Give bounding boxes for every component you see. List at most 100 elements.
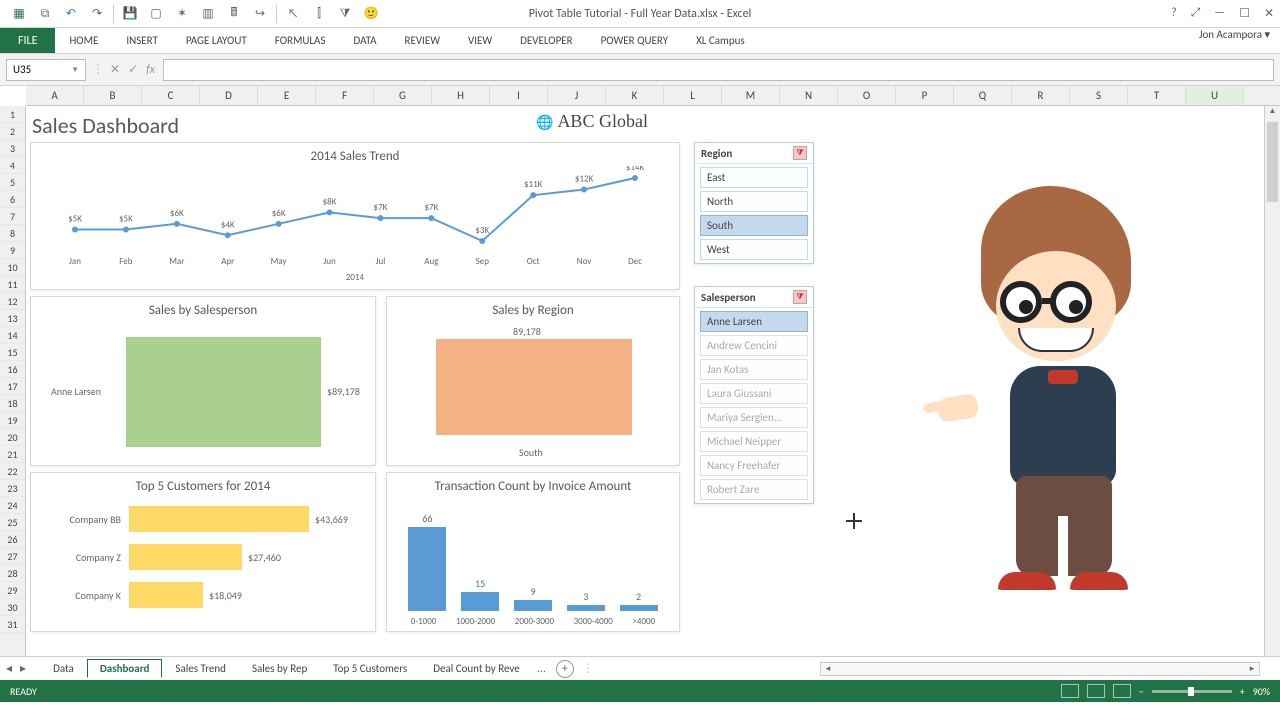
row-header[interactable]: 11 bbox=[0, 276, 25, 293]
column-header[interactable]: E bbox=[258, 86, 316, 105]
row-header[interactable]: 21 bbox=[0, 446, 25, 463]
maximize-icon[interactable]: ☐ bbox=[1239, 6, 1250, 21]
ribbon-collapse-icon[interactable]: ⤢ bbox=[1191, 6, 1201, 21]
ribbon-tab-insert[interactable]: INSERT bbox=[112, 28, 172, 53]
column-header[interactable]: N bbox=[780, 86, 838, 105]
ribbon-tab-formulas[interactable]: FORMULAS bbox=[261, 28, 340, 53]
column-header[interactable]: C bbox=[142, 86, 200, 105]
column-header[interactable]: T bbox=[1128, 86, 1186, 105]
slicer-item[interactable]: Robert Zare bbox=[700, 479, 808, 500]
close-icon[interactable]: ✕ bbox=[1264, 6, 1274, 21]
ribbon-tab-review[interactable]: REVIEW bbox=[390, 28, 454, 53]
ribbon-tab-xl-campus[interactable]: XL Campus bbox=[682, 28, 759, 53]
ribbon-tab-home[interactable]: HOME bbox=[55, 28, 112, 53]
slicer-item[interactable]: Mariya Sergien... bbox=[700, 407, 808, 428]
ribbon-tab-view[interactable]: VIEW bbox=[454, 28, 506, 53]
sheet-tab[interactable]: Deal Count by Reve bbox=[420, 659, 533, 678]
ribbon-tab-developer[interactable]: DEVELOPER bbox=[506, 28, 586, 53]
row-header[interactable]: 23 bbox=[0, 480, 25, 497]
row-header[interactable]: 24 bbox=[0, 497, 25, 514]
zoom-in-icon[interactable]: + bbox=[1240, 685, 1245, 698]
column-header[interactable]: F bbox=[316, 86, 374, 105]
column-header[interactable]: J bbox=[548, 86, 606, 105]
row-header[interactable]: 25 bbox=[0, 514, 25, 531]
column-header[interactable]: H bbox=[432, 86, 490, 105]
emoji-icon[interactable]: 🙂 bbox=[362, 5, 380, 23]
filter-icon[interactable]: ⧩ bbox=[336, 5, 354, 23]
ribbon-tab-data[interactable]: DATA bbox=[339, 28, 390, 53]
row-header[interactable]: 13 bbox=[0, 310, 25, 327]
sheet-tab[interactable]: Data bbox=[40, 659, 87, 678]
column-header[interactable]: I bbox=[490, 86, 548, 105]
row-header[interactable]: 8 bbox=[0, 225, 25, 242]
column-header[interactable]: O bbox=[838, 86, 896, 105]
sheet-overflow[interactable]: ... bbox=[533, 662, 550, 676]
view-page-break-icon[interactable] bbox=[1113, 684, 1131, 698]
slicer-item[interactable]: Anne Larsen bbox=[700, 311, 808, 332]
row-header[interactable]: 3 bbox=[0, 140, 25, 157]
row-header[interactable]: 22 bbox=[0, 463, 25, 480]
chart-sales-by-region[interactable]: Sales by Region 89,178 South bbox=[386, 296, 680, 466]
sheet-tab[interactable]: Top 5 Customers bbox=[320, 659, 420, 678]
vertical-scrollbar[interactable]: ▲ bbox=[1264, 106, 1280, 676]
qat-tool2-icon[interactable]: ▥ bbox=[199, 5, 217, 23]
slicer-item[interactable]: East bbox=[700, 167, 808, 188]
slicer-item[interactable]: North bbox=[700, 191, 808, 212]
share-icon[interactable]: ↪ bbox=[251, 5, 269, 23]
save-qat-icon[interactable]: ⧉ bbox=[36, 5, 54, 23]
chart-sales-trend[interactable]: 2014 Sales Trend $5K$5K$6K$4K$6K$8K$7K$7… bbox=[30, 142, 680, 290]
qat-tool-icon[interactable]: ✶ bbox=[173, 5, 191, 23]
row-header[interactable]: 16 bbox=[0, 361, 25, 378]
fx-icon[interactable]: fx bbox=[146, 63, 155, 77]
row-header[interactable]: 20 bbox=[0, 429, 25, 446]
chart-sales-by-salesperson[interactable]: Sales by Salesperson Anne Larsen $89,178 bbox=[30, 296, 376, 466]
row-header[interactable]: 19 bbox=[0, 412, 25, 429]
row-header[interactable]: 26 bbox=[0, 531, 25, 548]
worksheet-canvas[interactable]: Sales Dashboard ABC Global 2014 Sales Tr… bbox=[26, 106, 1280, 656]
clear-filter-icon[interactable]: ⧩ bbox=[793, 146, 807, 160]
row-header[interactable]: 7 bbox=[0, 208, 25, 225]
save-icon[interactable]: 💾 bbox=[121, 5, 139, 23]
minimize-icon[interactable]: — bbox=[1214, 6, 1225, 21]
row-header[interactable]: 15 bbox=[0, 344, 25, 361]
cancel-formula-icon[interactable]: ✕ bbox=[110, 62, 120, 77]
chart-transaction-count[interactable]: Transaction Count by Invoice Amount 6615… bbox=[386, 472, 680, 632]
sheet-nav-next-icon[interactable]: ▸ bbox=[20, 661, 26, 676]
zoom-percent[interactable]: 90% bbox=[1253, 685, 1270, 698]
ribbon-tab-page-layout[interactable]: PAGE LAYOUT bbox=[172, 28, 261, 53]
slicer-item[interactable]: South bbox=[700, 215, 808, 236]
view-page-layout-icon[interactable] bbox=[1087, 684, 1105, 698]
sheet-tab[interactable]: Dashboard bbox=[87, 659, 163, 678]
sheet-nav-prev-icon[interactable]: ◂ bbox=[6, 661, 12, 676]
sheet-tab[interactable]: Sales by Rep bbox=[239, 659, 320, 678]
row-header[interactable]: 9 bbox=[0, 242, 25, 259]
new-doc-icon[interactable]: ▢ bbox=[147, 5, 165, 23]
column-header[interactable]: K bbox=[606, 86, 664, 105]
zoom-out-icon[interactable]: − bbox=[1139, 685, 1144, 698]
column-header[interactable]: Q bbox=[954, 86, 1012, 105]
sheet-tab[interactable]: Sales Trend bbox=[162, 659, 239, 678]
slicer-item[interactable]: Nancy Freehafer bbox=[700, 455, 808, 476]
row-header[interactable]: 1 bbox=[0, 106, 25, 123]
row-header[interactable]: 6 bbox=[0, 191, 25, 208]
column-header[interactable]: M bbox=[722, 86, 780, 105]
row-header[interactable]: 27 bbox=[0, 548, 25, 565]
name-box[interactable]: U35▼ bbox=[6, 59, 86, 81]
confirm-formula-icon[interactable]: ✓ bbox=[128, 62, 138, 77]
row-header[interactable]: 10 bbox=[0, 259, 25, 276]
zoom-slider[interactable] bbox=[1152, 690, 1232, 693]
chart-top-5-customers[interactable]: Top 5 Customers for 2014 Company BB$43,6… bbox=[30, 472, 376, 632]
ribbon-tab-power-query[interactable]: POWER QUERY bbox=[587, 28, 682, 53]
slicer-item[interactable]: Michael Neipper bbox=[700, 431, 808, 452]
column-header[interactable]: S bbox=[1070, 86, 1128, 105]
row-header[interactable]: 28 bbox=[0, 565, 25, 582]
undo-icon[interactable]: ↶ bbox=[62, 5, 80, 23]
sort-icon[interactable]: ⫿ bbox=[310, 5, 328, 23]
help-icon[interactable]: ? bbox=[1171, 6, 1177, 21]
new-sheet-button[interactable]: + bbox=[556, 660, 574, 678]
row-header[interactable]: 2 bbox=[0, 123, 25, 140]
horizontal-scrollbar[interactable]: ◂▸ bbox=[820, 662, 1260, 676]
column-header[interactable]: R bbox=[1012, 86, 1070, 105]
row-header[interactable]: 4 bbox=[0, 157, 25, 174]
column-header[interactable]: U bbox=[1186, 86, 1244, 105]
